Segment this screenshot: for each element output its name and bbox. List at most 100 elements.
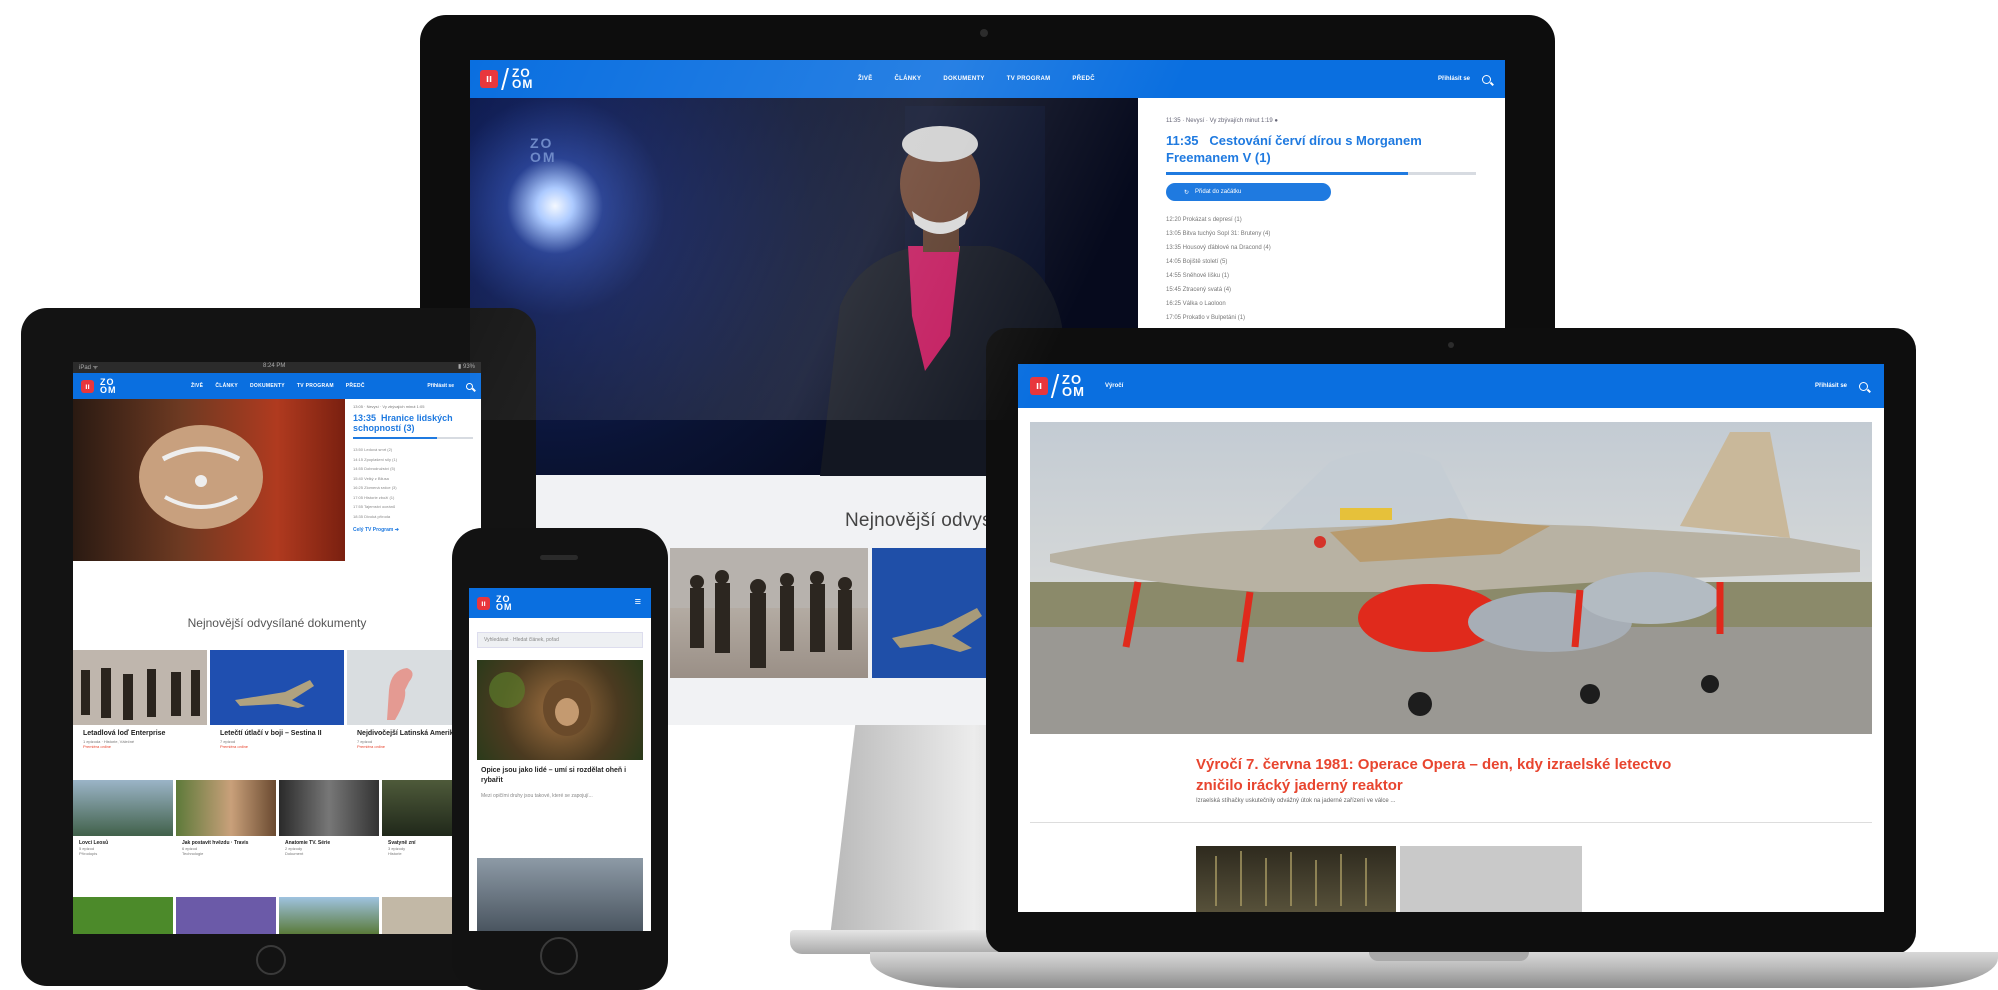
iphone-article-2-image[interactable] <box>477 858 643 931</box>
ipad-hero-video[interactable] <box>73 399 345 561</box>
search-icon[interactable] <box>466 382 473 390</box>
imac-logo[interactable]: ıı ZO OM <box>480 60 533 98</box>
hero-watermark-logo: ZO OM <box>530 136 557 164</box>
laptop-opening-notch <box>1369 952 1529 961</box>
ipad-card-8-image[interactable] <box>73 897 173 934</box>
laptop-logo[interactable]: ıı ZO OM Výročí <box>1030 364 1123 408</box>
schedule-row[interactable]: 14:05 Bojiště století (5) <box>1166 255 1477 269</box>
ipad-card-4[interactable]: Lovci Leosů 5 epizod Přírodopis <box>79 840 171 856</box>
ipad-card-4-image[interactable] <box>73 780 173 836</box>
now-playing-meta: 11:35 · Nevysí · Vy zbývajích minut 1:19… <box>1166 118 1279 124</box>
ipad-status-bar: iPad ᯤ 8:24 PM ▮ 93% <box>73 362 481 373</box>
schedule-row[interactable]: 13:05 Bitva tuchýo Sopl 31: Bruteny (4) <box>1166 227 1477 241</box>
ipad-card-6[interactable]: Anatomie TV. Série 2 epizody Dokument <box>285 840 377 856</box>
ipad-card-6-image[interactable] <box>279 780 379 836</box>
schedule-row[interactable]: 16:25 Válka o Laoloon <box>1166 297 1477 311</box>
logo-text-bottom: OM <box>100 385 117 395</box>
laptop-article-title[interactable]: Výročí 7. června 1981: Operace Opera – d… <box>1196 754 1716 796</box>
iphone-article-image[interactable] <box>477 660 643 760</box>
nav-item-tv-program[interactable]: TV PROGRAM <box>297 383 334 389</box>
ipad-full-program-link[interactable]: Celý TV Program ➔ <box>353 527 473 533</box>
nav-item-articles[interactable]: ČLÁNKY <box>895 76 922 82</box>
ipad-card-2-image[interactable] <box>210 650 344 725</box>
schedule-row[interactable]: 17:55 Tajemství oceánů <box>353 502 473 512</box>
laptop-nav-section[interactable]: Výročí <box>1105 383 1123 389</box>
ipad-now-title[interactable]: 13:35 Hranice lidských schopností (3) <box>353 413 473 433</box>
ipad-card-2[interactable]: Letečtí útlačí v boji – Sestina II 7 epi… <box>220 730 340 749</box>
ipad-home-button[interactable] <box>256 945 286 975</box>
brand-mark-icon: ıı <box>477 596 490 610</box>
iphone-search-input[interactable]: Vyhledávat · Hledat článek, pořad <box>477 632 643 648</box>
ipad-schedule-panel: 13:05 · Nevysí · Vy zbývajích minut 1:05… <box>353 404 473 533</box>
schedule-row[interactable]: 15:40 Velký z Bilusa <box>353 474 473 484</box>
hero-logo-top: ZO <box>530 135 554 151</box>
now-playing-time: 11:35 <box>1166 133 1199 148</box>
schedule-row[interactable]: 12:20 Prokázat s depresí (1) <box>1166 213 1477 227</box>
search-icon[interactable] <box>1482 74 1491 84</box>
ipad-card-9-image[interactable] <box>176 897 276 934</box>
ipad-logo[interactable]: ıı ZO OM <box>81 373 117 399</box>
nav-item-live[interactable]: ŽIVĚ <box>858 76 873 82</box>
imac-thumb-soldiers[interactable] <box>670 548 868 678</box>
ipad-nav-right: Přihlásit se <box>427 373 473 399</box>
ipad-card-5-image[interactable] <box>176 780 276 836</box>
ipad-status-time: 8:24 PM <box>263 363 286 369</box>
ipad-battery-indicator: ▮ 93% <box>458 364 475 370</box>
schedule-row[interactable]: 15:45 Ztracený svatá (4) <box>1166 283 1477 297</box>
login-link[interactable]: Přihlásit se <box>427 383 454 389</box>
login-link[interactable]: Přihlásit se <box>1438 76 1470 82</box>
schedule-row[interactable]: 17:05 Prokatlo v Bulpetáni (1) <box>1166 311 1477 325</box>
laptop-screen: ıı ZO OM Výročí Přihlásit se Výročí 7. č… <box>1018 364 1884 912</box>
ipad-card-1[interactable]: Letadlová loď Enterprise 1 epizoda · His… <box>83 730 203 749</box>
logo-text-bottom: OM <box>1062 384 1085 399</box>
schedule-row[interactable]: 13:35 Housový ďáblové na Dracond (4) <box>1166 241 1477 255</box>
iphone-article-title[interactable]: Opice jsou jako lidé – umí si rozdělat o… <box>481 766 639 786</box>
login-link[interactable]: Přihlásit se <box>1815 383 1847 389</box>
schedule-row[interactable]: 18:35 Divoká příroda <box>353 512 473 522</box>
ipad-card-5[interactable]: Jak postavit hvězdu · Travis 6 epizod Te… <box>182 840 274 856</box>
arrow-right-icon: ➔ <box>394 527 399 533</box>
nav-item-more[interactable]: PŘEDČ <box>1072 76 1095 82</box>
nav-item-documents[interactable]: DOKUMENTY <box>943 76 984 82</box>
schedule-row[interactable]: 17:05 Historie zboží (1) <box>353 493 473 503</box>
now-playing-name: Cestování červí dírou s Morganem Freeman… <box>1166 133 1422 165</box>
ipad-full-program-label: Celý TV Program <box>353 527 394 533</box>
iphone-speaker <box>540 555 578 560</box>
fighter-jet-image[interactable] <box>1030 422 1872 734</box>
card-title: Letadlová loď Enterprise <box>83 730 166 737</box>
schedule-row[interactable]: 14:55 Dobrodružství (5) <box>353 464 473 474</box>
brand-mark-icon: ıı <box>480 70 498 88</box>
ipad-now-time: 13:35 <box>353 413 377 423</box>
hero-logo-bottom: OM <box>530 149 557 165</box>
imac-nav-right: Přihlásit se <box>1438 60 1491 98</box>
watch-from-start-button[interactable]: ↻ Přidat do začátku <box>1166 183 1331 201</box>
nav-item-more[interactable]: PŘEDČ <box>346 383 365 389</box>
schedule-row[interactable]: 14:15 Zpoplašení síly (1) <box>353 455 473 465</box>
nav-item-tv-program[interactable]: TV PROGRAM <box>1007 76 1051 82</box>
laptop-thumb-2[interactable] <box>1400 846 1582 912</box>
imac-nav-links: ŽIVĚ ČLÁNKY DOKUMENTY TV PROGRAM PŘEDČ <box>858 60 1095 98</box>
nav-item-articles[interactable]: ČLÁNKY <box>215 383 238 389</box>
hamburger-menu-icon[interactable]: ≡ <box>635 596 641 608</box>
ipad-screen: iPad ᯤ 8:24 PM ▮ 93% ıı ZO OM ŽIVĚ ČLÁNKY… <box>73 362 481 934</box>
iphone-home-button[interactable] <box>540 937 578 975</box>
nav-item-live[interactable]: ŽIVĚ <box>191 383 203 389</box>
card-badge: Premiéra online <box>220 744 249 749</box>
imac-thumb-jet[interactable] <box>872 548 1002 678</box>
schedule-row[interactable]: 14:55 Sněhové lišku (1) <box>1166 269 1477 283</box>
soldiers-image <box>670 548 868 668</box>
now-playing-title[interactable]: 11:35 Cestování červí dírou s Morganem F… <box>1166 132 1426 166</box>
nav-item-documents[interactable]: DOKUMENTY <box>250 383 285 389</box>
search-icon[interactable] <box>1859 381 1868 391</box>
schedule-row[interactable]: 16:25 Zlomená srdce (3) <box>353 483 473 493</box>
ipad-card-10-image[interactable] <box>279 897 379 934</box>
iphone-screen: ıı ZO OM ≡ Vyhledávat · Hledat článek, po… <box>469 588 651 931</box>
imac-section-title: Nejnovější odvys <box>845 510 992 531</box>
replay-icon: ↻ <box>1184 189 1190 196</box>
ipad-card-1-image[interactable] <box>73 650 207 725</box>
now-playing-progress-fill <box>1166 172 1408 175</box>
brand-mark-icon: ıı <box>1030 377 1048 395</box>
iphone-logo[interactable]: ıı ZO OM <box>477 588 513 618</box>
laptop-thumb-1[interactable] <box>1196 846 1396 912</box>
schedule-row[interactable]: 13:50 Ledová smrt (2) <box>353 445 473 455</box>
